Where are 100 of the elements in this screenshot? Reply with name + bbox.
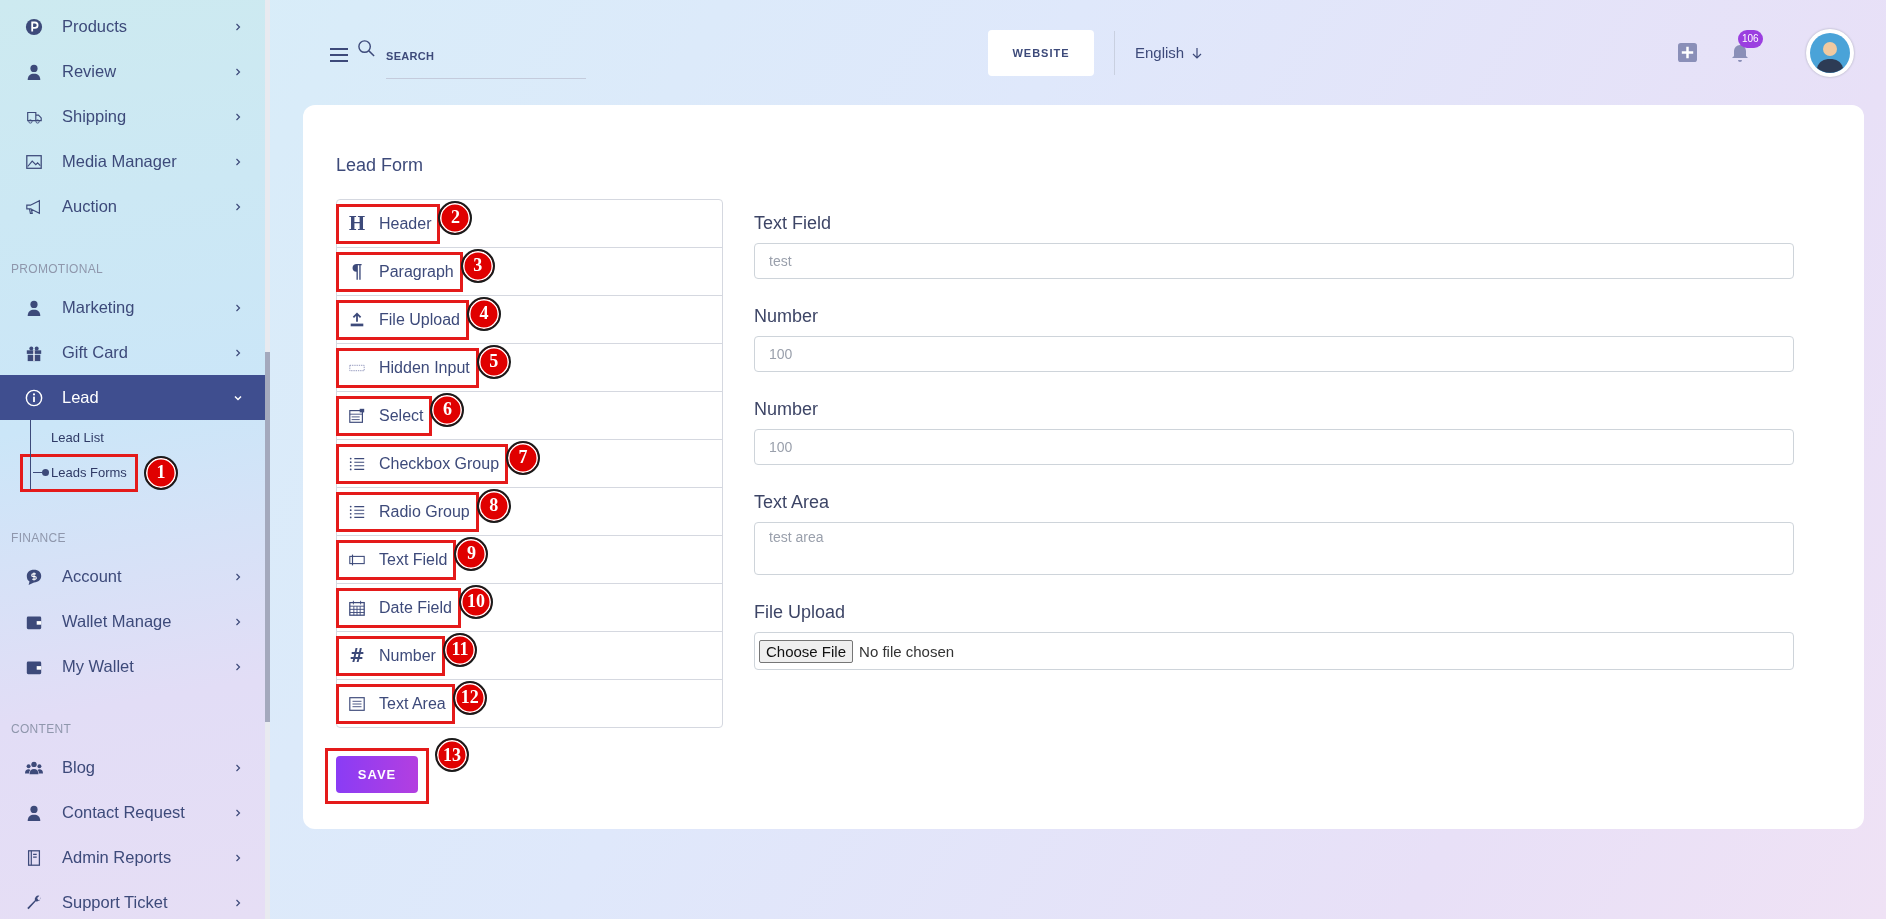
sidebar-label: Gift Card xyxy=(62,343,130,362)
palette-label: Text Field xyxy=(379,550,448,569)
palette-item[interactable]: Text Field 9 xyxy=(337,536,722,584)
callout-badge: 8 xyxy=(476,488,511,523)
p-icon xyxy=(25,17,43,36)
palette-item[interactable]: Date Field 10 xyxy=(337,584,722,632)
submenu-item[interactable]: Leads Forms xyxy=(51,465,127,480)
callout-badge: 13 xyxy=(435,738,469,772)
palette-item[interactable]: # Number 11 xyxy=(337,632,722,680)
input-field[interactable]: 100 xyxy=(754,429,1794,465)
sidebar-label: Products xyxy=(62,17,129,36)
arrow-down-icon xyxy=(1191,46,1204,59)
palette-item[interactable]: Hidden Input 5 xyxy=(337,344,722,392)
callout-badge: 10 xyxy=(458,584,493,619)
glyph-icon: # xyxy=(347,645,367,666)
megaphone-icon xyxy=(25,197,43,216)
add-icon[interactable] xyxy=(1678,43,1697,62)
palette-item[interactable]: H Header 2 xyxy=(337,200,722,248)
sidebar-label: My Wallet xyxy=(62,657,135,676)
sidebar-label: Media Manager xyxy=(62,152,178,171)
palette-item[interactable]: Checkbox Group 7 xyxy=(337,440,722,488)
sidebar-label: Review xyxy=(62,62,118,81)
field-label: File Upload xyxy=(754,602,847,623)
palette-label: File Upload xyxy=(379,310,460,329)
textarea-icon xyxy=(348,694,366,713)
choose-file-button[interactable]: Choose File xyxy=(759,639,854,663)
text-area[interactable]: test area xyxy=(754,522,1794,575)
wrench-icon xyxy=(25,893,43,912)
sidebar-item[interactable]: Blog xyxy=(0,745,265,790)
scrollbar-thumb[interactable] xyxy=(265,352,270,722)
callout-badge: 5 xyxy=(476,344,511,379)
sidebar-item[interactable]: Review xyxy=(0,49,265,94)
palette-item[interactable]: Select 6 xyxy=(337,392,722,440)
sidebar-item[interactable]: Media Manager xyxy=(0,139,265,184)
sidebar-label: Contact Request xyxy=(62,803,186,822)
palette-item[interactable]: Text Area 12 xyxy=(337,680,722,727)
sidebar-item[interactable]: Products xyxy=(0,4,265,49)
palette-label: Date Field xyxy=(379,598,452,617)
form-title: Lead Form xyxy=(336,154,425,177)
sidebar-label: Marketing xyxy=(62,298,136,317)
palette-item[interactable]: Radio Group 8 xyxy=(337,488,722,536)
sidebar-item[interactable]: Wallet Manage xyxy=(0,599,265,644)
input-field[interactable]: 100 xyxy=(754,336,1794,372)
palette-label: Number xyxy=(379,646,436,665)
sidebar-item[interactable]: Account xyxy=(0,554,265,599)
calendar-icon xyxy=(348,598,366,617)
callout-badge: 12 xyxy=(452,680,487,715)
sidebar-label: Support Ticket xyxy=(62,893,169,912)
callout-badge: 4 xyxy=(466,296,501,331)
submenu-item[interactable]: Lead List xyxy=(51,430,104,445)
glyph-icon: H xyxy=(347,213,367,234)
select-icon xyxy=(348,406,366,425)
palette-item[interactable]: File Upload 4 xyxy=(337,296,722,344)
callout-badge: 6 xyxy=(430,392,465,427)
glyph-icon: ¶ xyxy=(347,261,367,282)
palette-label: Hidden Input xyxy=(379,358,470,377)
person-icon xyxy=(25,62,43,81)
menu-icon[interactable] xyxy=(330,47,348,62)
palette-label: Checkbox Group xyxy=(379,454,500,473)
person-icon xyxy=(25,803,43,822)
save-button[interactable]: SAVE xyxy=(336,756,418,793)
callout-badge: 1 xyxy=(143,455,178,490)
bell-icon[interactable] xyxy=(1730,42,1750,63)
callout-badge: 2 xyxy=(438,200,473,235)
sidebar-label: Account xyxy=(62,567,123,586)
section-heading: FINANCE xyxy=(10,530,67,547)
callout-badge: 9 xyxy=(454,536,489,571)
sidebar-label: Lead xyxy=(62,388,100,407)
sidebar-item[interactable]: Support Ticket xyxy=(0,880,265,919)
sidebar-label: Auction xyxy=(62,197,119,216)
upload-icon xyxy=(348,310,366,329)
sidebar-item[interactable]: Shipping xyxy=(0,94,265,139)
field-label: Number xyxy=(754,399,820,420)
sidebar-item[interactable]: My Wallet xyxy=(0,644,265,689)
sidebar-item[interactable]: Admin Reports xyxy=(0,835,265,880)
sidebar-label: Shipping xyxy=(62,107,128,126)
file-field[interactable]: Choose File No file chosen xyxy=(754,632,1794,670)
notification-badge: 106 xyxy=(1738,29,1763,48)
palette-label: Select xyxy=(379,406,424,425)
palette-label: Paragraph xyxy=(379,262,454,281)
sidebar-item[interactable]: Lead xyxy=(0,375,265,420)
input-field[interactable]: test xyxy=(754,243,1794,279)
search-field[interactable]: SEARCH xyxy=(386,38,586,79)
field-label: Text Area xyxy=(754,492,831,513)
sidebar-item[interactable]: Gift Card xyxy=(0,330,265,375)
sidebar-label: Blog xyxy=(62,758,97,777)
palette-label: Radio Group xyxy=(379,502,470,521)
field-label: Number xyxy=(754,306,820,327)
info-icon xyxy=(25,388,43,407)
website-button[interactable]: WEBSITE xyxy=(988,29,1094,76)
sidebar-item[interactable]: Marketing xyxy=(0,285,265,330)
search-icon xyxy=(357,38,376,58)
sidebar-item[interactable]: Auction xyxy=(0,184,265,229)
avatar-icon[interactable] xyxy=(1805,27,1855,78)
file-status: No file chosen xyxy=(859,642,955,660)
person-icon xyxy=(25,298,43,317)
section-heading: PROMOTIONAL xyxy=(10,261,104,278)
palette-item[interactable]: ¶ Paragraph 3 xyxy=(337,248,722,296)
sidebar-item[interactable]: Contact Request xyxy=(0,790,265,835)
language-selector[interactable]: English xyxy=(1135,40,1204,65)
